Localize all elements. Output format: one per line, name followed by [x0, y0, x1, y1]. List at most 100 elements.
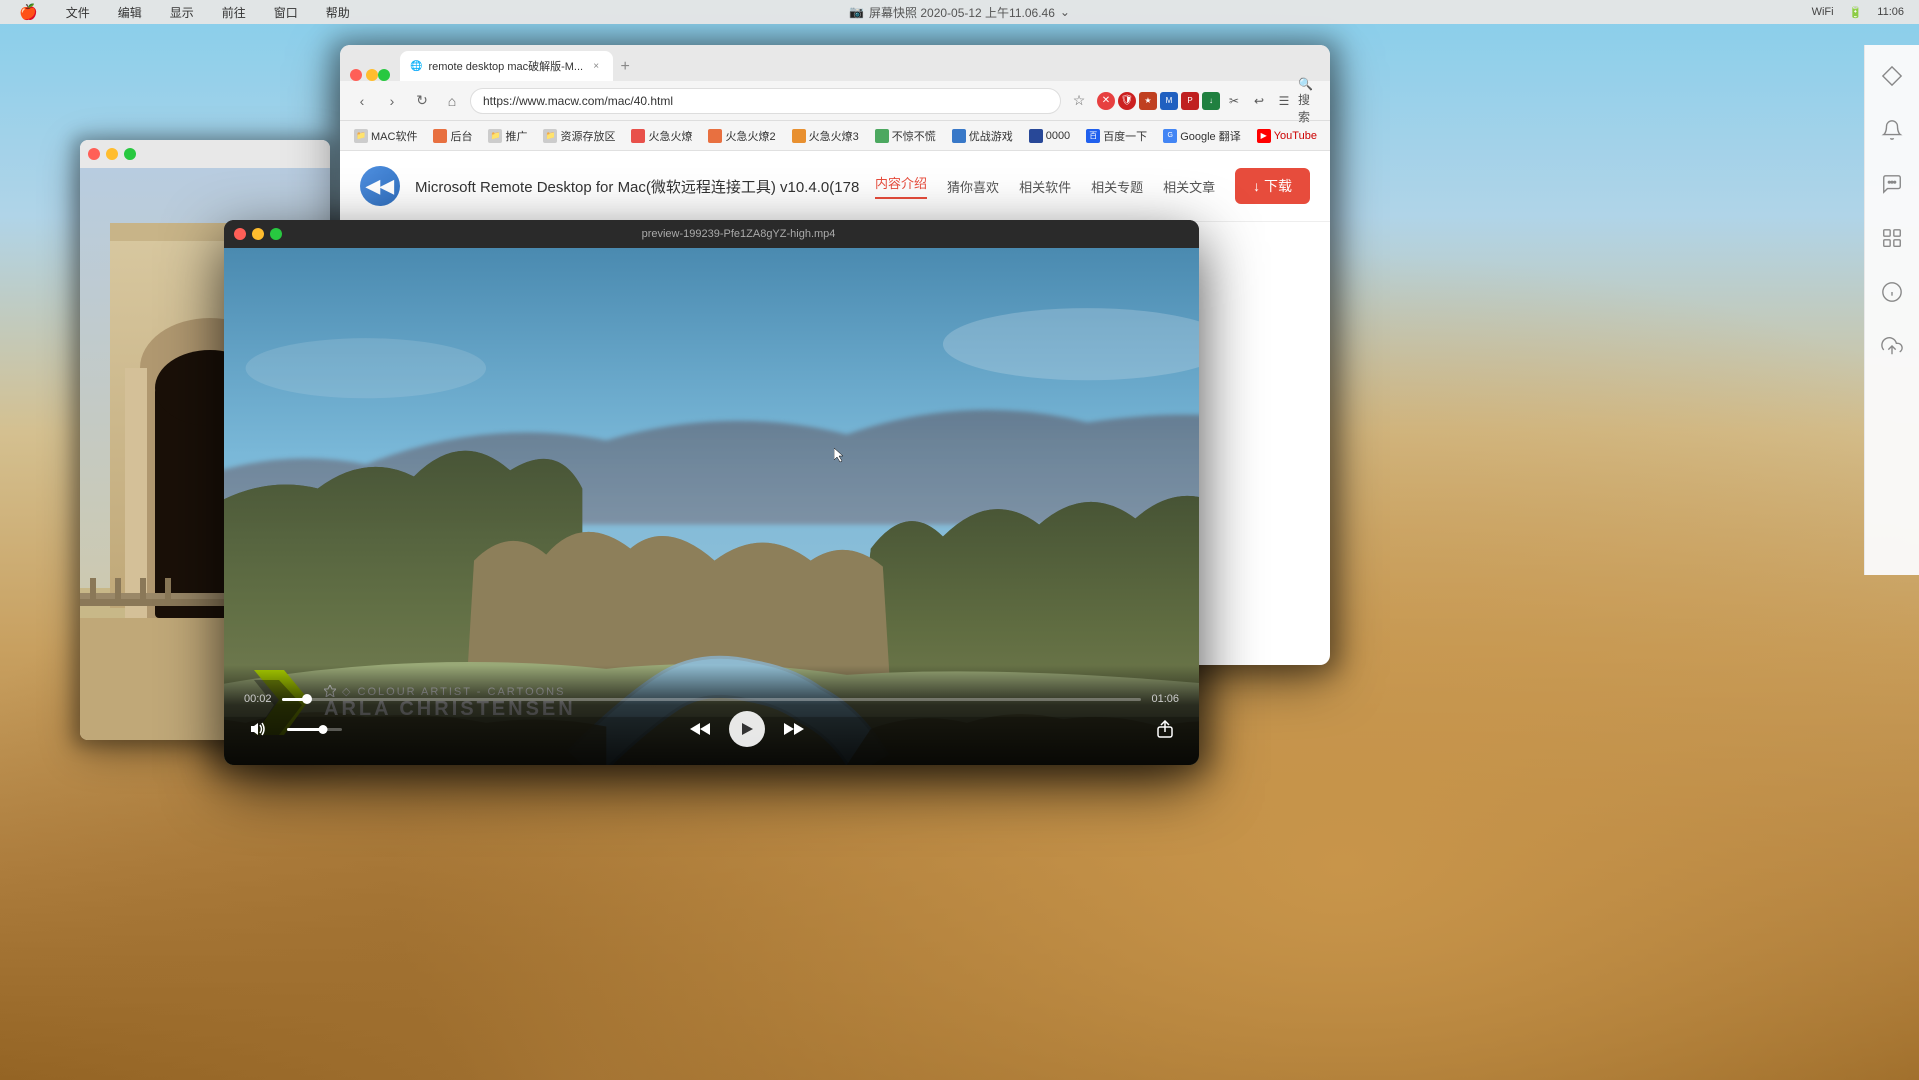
google-icon: G	[1163, 129, 1177, 143]
bookmark-youtube[interactable]: ▶ YouTube	[1251, 126, 1323, 146]
bookmark-fire1[interactable]: 火急火燎	[625, 125, 698, 147]
video-minimize-button[interactable]	[252, 228, 264, 240]
progress-row: 00:02 01:06	[244, 693, 1179, 705]
bookmark-calm[interactable]: 不惊不慌	[869, 125, 942, 147]
bell-sidebar-icon[interactable]	[1876, 114, 1908, 146]
undo-icon[interactable]: ↩	[1248, 90, 1270, 112]
browser-close[interactable]	[350, 69, 362, 81]
tab-bar: 🌐 remote desktop mac破解版-M... × +	[340, 45, 1330, 81]
folder-icon-5	[631, 129, 645, 143]
tab-recommend[interactable]: 猜你喜欢	[947, 177, 999, 196]
forward-button[interactable]: ›	[380, 89, 404, 113]
video-close-button[interactable]	[234, 228, 246, 240]
extension-icon-6[interactable]: ↓	[1202, 92, 1220, 110]
bookmark-resources[interactable]: 📁 资源存放区	[537, 125, 621, 147]
home-button[interactable]: ⌂	[440, 89, 464, 113]
tab-related-software[interactable]: 相关软件	[1019, 177, 1071, 196]
share-button[interactable]	[1151, 715, 1179, 743]
bookmark-others[interactable]: 其它收藏	[1327, 125, 1330, 147]
menu-view[interactable]: 显示	[166, 2, 198, 23]
download-button[interactable]: ↓ 下载	[1235, 168, 1310, 204]
video-controls: 00:02 01:06	[224, 665, 1199, 765]
video-fullscreen-button[interactable]	[270, 228, 282, 240]
page-title-container: Microsoft Remote Desktop for Mac(微软远程连接工…	[415, 176, 859, 197]
toolbar-right-icons: ✕ 🛡 ★ M P ↓ ✂ ↩ ☰ 🔍 搜索	[1097, 90, 1320, 112]
menubar-battery: 🔋	[1849, 6, 1863, 19]
page-header: ◀◀ Microsoft Remote Desktop for Mac(微软远程…	[340, 151, 1330, 222]
extension-icon-3[interactable]: ★	[1139, 92, 1157, 110]
grid-sidebar-icon[interactable]	[1876, 222, 1908, 254]
share-icon[interactable]: ✂	[1223, 90, 1245, 112]
bookmark-google-translate[interactable]: G Google 翻译	[1157, 125, 1247, 147]
browser-fullscreen[interactable]	[378, 69, 390, 81]
bookmark-backend[interactable]: 后台	[427, 125, 478, 147]
extension-icon-5[interactable]: P	[1181, 92, 1199, 110]
menu-file[interactable]: 文件	[62, 2, 94, 23]
right-panel	[1864, 45, 1919, 575]
refresh-button[interactable]: ↻	[410, 89, 434, 113]
menu-go[interactable]: 前往	[218, 2, 250, 23]
info-sidebar-icon[interactable]	[1876, 276, 1908, 308]
menubar-right: WiFi 🔋 11:06	[1812, 6, 1904, 19]
folder-icon-4: 📁	[543, 129, 557, 143]
back-button[interactable]: ‹	[350, 89, 374, 113]
fastforward-button[interactable]	[780, 715, 808, 743]
folder-icon-6	[708, 129, 722, 143]
chat-sidebar-icon[interactable]	[1876, 168, 1908, 200]
menu-edit[interactable]: 编辑	[114, 2, 146, 23]
search-icon[interactable]: 🔍 搜索	[1298, 90, 1320, 112]
browser-minimize[interactable]	[366, 69, 378, 81]
total-time: 01:06	[1151, 693, 1179, 705]
progress-thumb[interactable]	[302, 694, 312, 704]
video-filename: preview-199239-Pfe1ZA8gYZ-high.mp4	[288, 228, 1189, 240]
menu-help[interactable]: 帮助	[322, 2, 354, 23]
extension-icon-2[interactable]: 🛡	[1118, 92, 1136, 110]
minimize-button[interactable]	[106, 148, 118, 160]
extension-icon-1[interactable]: ✕	[1097, 92, 1115, 110]
tab-related-topic[interactable]: 相关专题	[1091, 177, 1143, 196]
extension-icon-4[interactable]: M	[1160, 92, 1178, 110]
active-tab[interactable]: 🌐 remote desktop mac破解版-M... ×	[400, 51, 613, 81]
left-window-titlebar	[80, 140, 330, 168]
bookmark-fire3[interactable]: 火急火燎3	[786, 125, 865, 147]
video-player-window: preview-199239-Pfe1ZA8gYZ-high.mp4	[224, 220, 1199, 765]
upload-sidebar-icon[interactable]	[1876, 330, 1908, 362]
bookmark-promo[interactable]: 📁 推广	[482, 125, 533, 147]
site-logo: ◀◀	[360, 166, 400, 206]
address-bar[interactable]: https://www.macw.com/mac/40.html	[470, 88, 1061, 114]
progress-bar[interactable]	[282, 698, 1142, 701]
tab-related-article[interactable]: 相关文章	[1163, 177, 1215, 196]
folder-icon-3: 📁	[488, 129, 502, 143]
volume-thumb[interactable]	[318, 725, 327, 734]
folder-icon-7	[792, 129, 806, 143]
folder-icon: 📁	[354, 129, 368, 143]
menu-window[interactable]: 窗口	[270, 2, 302, 23]
bookmarks-bar: 📁 MAC软件 后台 📁 推广 📁 资源存放区 火急火燎 火急火燎2 火急火燎3	[340, 121, 1330, 151]
camera-icon: 📷	[849, 5, 864, 19]
bookmark-0000[interactable]: 0000	[1023, 126, 1076, 146]
volume-bar[interactable]	[287, 728, 342, 731]
address-text: https://www.macw.com/mac/40.html	[483, 94, 673, 108]
current-time: 00:02	[244, 693, 272, 705]
rewind-button[interactable]	[686, 715, 714, 743]
bookmark-baidu[interactable]: 百 百度一下	[1080, 125, 1153, 147]
menu-icon[interactable]: ☰	[1273, 90, 1295, 112]
maximize-button[interactable]	[124, 148, 136, 160]
play-button[interactable]	[729, 711, 765, 747]
close-button[interactable]	[88, 148, 100, 160]
new-tab-button[interactable]: +	[613, 55, 637, 79]
bookmark-fire2[interactable]: 火急火燎2	[702, 125, 781, 147]
apple-menu[interactable]: 🍎	[15, 1, 42, 23]
folder-icon-9	[952, 129, 966, 143]
tab-close-button[interactable]: ×	[589, 59, 603, 73]
video-titlebar: preview-199239-Pfe1ZA8gYZ-high.mp4	[224, 220, 1199, 248]
page-title: Microsoft Remote Desktop for Mac(微软远程连接工…	[415, 176, 859, 197]
tab-intro[interactable]: 内容介绍	[875, 173, 927, 199]
bookmark-games[interactable]: 优战游戏	[946, 125, 1019, 147]
bookmark-mac-software[interactable]: 📁 MAC软件	[348, 125, 423, 147]
diamond-sidebar-icon[interactable]	[1876, 60, 1908, 92]
mute-button[interactable]	[244, 715, 272, 743]
page-nav-tabs: 内容介绍 猜你喜欢 相关软件 相关专题 相关文章 ↓ 下载	[875, 168, 1310, 204]
bookmark-star[interactable]: ☆	[1067, 89, 1091, 113]
folder-icon-10	[1029, 129, 1043, 143]
